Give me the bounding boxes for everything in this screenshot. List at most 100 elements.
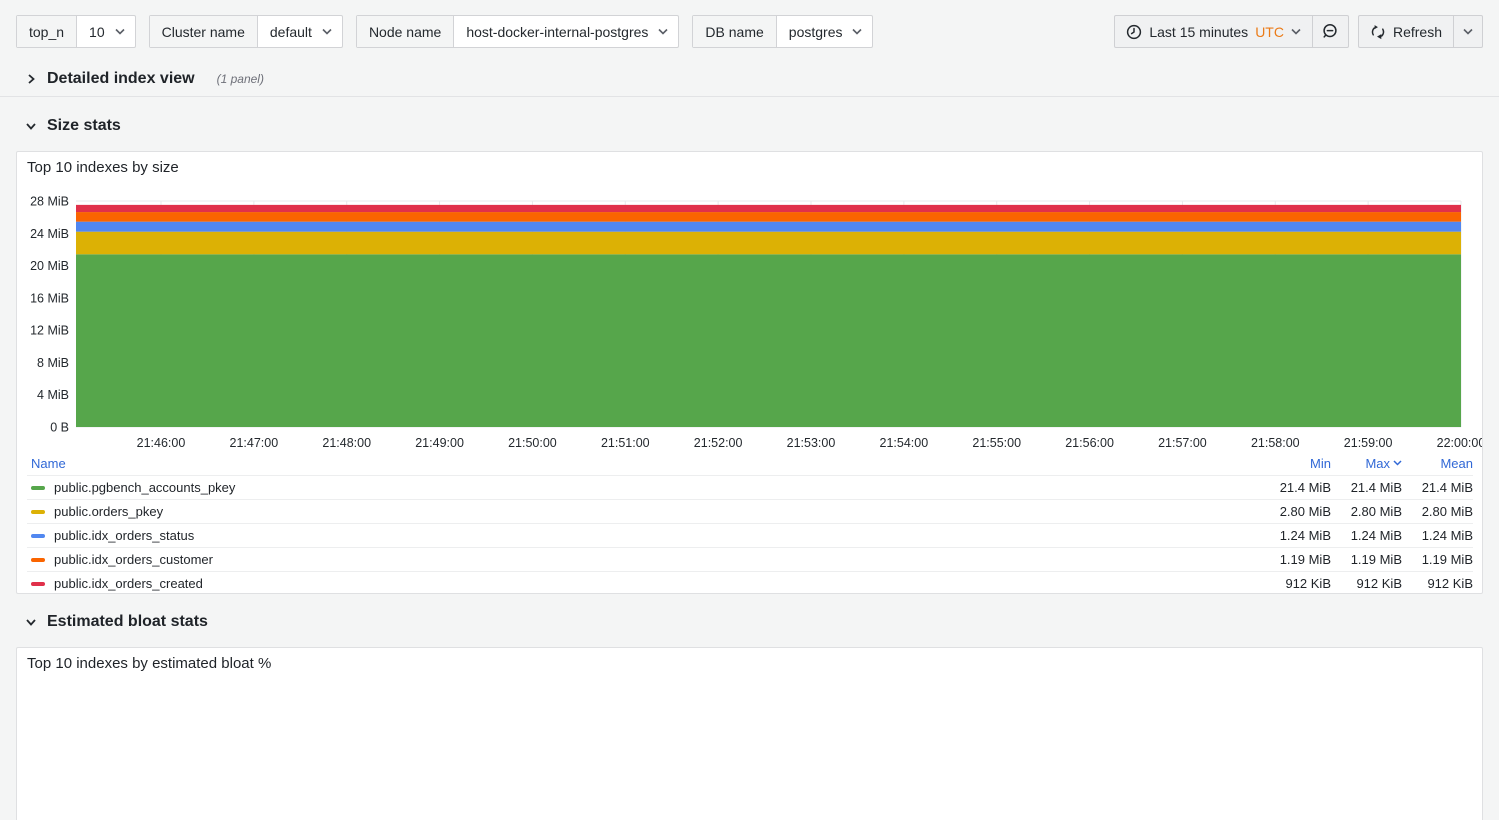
variable-select-top-n[interactable]: 10 [77, 16, 135, 47]
legend-value-mean: 2.80 MiB [1402, 504, 1473, 519]
legend-value-min: 1.24 MiB [1260, 528, 1331, 543]
x-axis-tick-label: 21:53:00 [787, 436, 836, 450]
variable-label-cluster-name: Cluster name [150, 16, 258, 47]
series-color-swatch [31, 558, 45, 562]
legend-value-min: 1.19 MiB [1260, 552, 1331, 567]
x-axis-tick-label: 21:47:00 [230, 436, 279, 450]
section-divider [0, 96, 1499, 97]
legend-value-mean: 912 KiB [1402, 576, 1473, 591]
x-axis-tick-label: 21:59:00 [1344, 436, 1393, 450]
legend-value-max: 1.19 MiB [1331, 552, 1402, 567]
x-axis-tick-label: 21:46:00 [137, 436, 186, 450]
chevron-right-icon [25, 73, 37, 85]
y-axis-tick-label: 28 MiB [30, 195, 69, 209]
chevron-down-icon [25, 616, 37, 628]
section-title: Size stats [47, 117, 121, 135]
y-axis-tick-label: 8 MiB [37, 356, 69, 370]
series-name-label: public.orders_pkey [54, 504, 163, 519]
series-name-label: public.idx_orders_created [54, 576, 203, 591]
variable-select-cluster-name[interactable]: default [258, 16, 342, 47]
variable-cluster-name: Cluster name default [149, 15, 343, 48]
variable-db-name: DB name postgres [692, 15, 873, 48]
legend-value-mean: 1.24 MiB [1402, 528, 1473, 543]
x-axis-tick-label: 21:48:00 [322, 436, 371, 450]
variable-controls: top_n 10 Cluster name default Node name … [16, 15, 873, 48]
y-axis-tick-label: 4 MiB [37, 388, 69, 402]
variable-node-name: Node name host-docker-internal-postgres [356, 15, 679, 48]
legend-series-name[interactable]: public.idx_orders_customer [27, 552, 1260, 567]
legend-value-max: 21.4 MiB [1331, 480, 1402, 495]
time-range-label: Last 15 minutes [1149, 24, 1248, 40]
legend-series-name[interactable]: public.idx_orders_status [27, 528, 1260, 543]
legend-series-name[interactable]: public.orders_pkey [27, 504, 1260, 519]
stacked-area-chart[interactable]: 0 B4 MiB8 MiB12 MiB16 MiB20 MiB24 MiB28 … [17, 152, 1482, 451]
series-color-swatch [31, 534, 45, 538]
refresh-button[interactable]: Refresh [1358, 15, 1454, 48]
legend-column-name[interactable]: Name [27, 456, 1260, 471]
legend-series-name[interactable]: public.idx_orders_created [27, 576, 1260, 591]
series-color-swatch [31, 510, 45, 514]
section-panel-count: (1 panel) [217, 72, 264, 86]
y-axis-tick-label: 0 B [50, 421, 69, 435]
legend-column-mean[interactable]: Mean [1402, 456, 1473, 471]
legend-row[interactable]: public.pgbench_accounts_pkey21.4 MiB21.4… [27, 475, 1473, 499]
refresh-label: Refresh [1393, 24, 1442, 40]
legend-value-min: 2.80 MiB [1260, 504, 1331, 519]
variable-label-db-name: DB name [693, 16, 776, 47]
legend-value-min: 912 KiB [1260, 576, 1331, 591]
x-axis-tick-label: 21:51:00 [601, 436, 650, 450]
series-color-swatch [31, 582, 45, 586]
x-axis-tick-label: 21:56:00 [1065, 436, 1114, 450]
chevron-down-icon [322, 28, 332, 35]
clock-icon [1126, 24, 1142, 40]
refresh-interval-dropdown[interactable] [1454, 15, 1483, 48]
time-controls: Last 15 minutes UTC Refr [1114, 15, 1483, 48]
x-axis-tick-label: 21:55:00 [972, 436, 1021, 450]
panel-top-indexes-by-size: Top 10 indexes by size 0 B4 MiB8 MiB12 M… [16, 151, 1483, 594]
area-series-public.pgbench_accounts_pkey [76, 254, 1461, 427]
x-axis-tick-label: 21:58:00 [1251, 436, 1300, 450]
legend-rows: public.pgbench_accounts_pkey21.4 MiB21.4… [27, 475, 1473, 594]
chevron-down-icon [25, 120, 37, 132]
refresh-icon [1370, 24, 1386, 40]
variable-select-db-name[interactable]: postgres [777, 16, 873, 47]
legend-row[interactable]: public.idx_orders_created912 KiB912 KiB9… [27, 571, 1473, 594]
y-axis-tick-label: 20 MiB [30, 259, 69, 273]
section-title: Detailed index view [47, 70, 195, 88]
section-size-stats[interactable]: Size stats [0, 113, 1499, 139]
legend-row[interactable]: public.orders_pkey2.80 MiB2.80 MiB2.80 M… [27, 499, 1473, 523]
variable-label-top-n: top_n [17, 16, 77, 47]
sort-desc-icon [1393, 460, 1402, 466]
chevron-down-icon [852, 28, 862, 35]
series-name-label: public.idx_orders_status [54, 528, 194, 543]
series-name-label: public.pgbench_accounts_pkey [54, 480, 235, 495]
chart-legend: Name Min Max Mean public.pgbench_account… [27, 451, 1473, 594]
variable-label-node-name: Node name [357, 16, 454, 47]
chevron-down-icon [1463, 28, 1473, 35]
zoom-out-time-button[interactable] [1313, 15, 1349, 48]
legend-row[interactable]: public.idx_orders_customer1.19 MiB1.19 M… [27, 547, 1473, 571]
y-axis-tick-label: 16 MiB [30, 291, 69, 305]
x-axis-tick-label: 21:50:00 [508, 436, 557, 450]
chevron-down-icon [658, 28, 668, 35]
dashboard-toolbar: top_n 10 Cluster name default Node name … [0, 0, 1499, 49]
section-estimated-bloat-stats[interactable]: Estimated bloat stats [0, 609, 1499, 635]
variable-select-node-name[interactable]: host-docker-internal-postgres [454, 16, 678, 47]
legend-series-name[interactable]: public.pgbench_accounts_pkey [27, 480, 1260, 495]
x-axis-tick-label: 21:49:00 [415, 436, 464, 450]
x-axis-tick-label: 21:57:00 [1158, 436, 1207, 450]
timezone-label: UTC [1255, 24, 1284, 40]
chevron-down-icon [1291, 28, 1301, 35]
chevron-down-icon [115, 28, 125, 35]
legend-column-min[interactable]: Min [1260, 456, 1331, 471]
time-range-picker[interactable]: Last 15 minutes UTC [1114, 15, 1313, 48]
legend-column-max[interactable]: Max [1331, 456, 1402, 471]
x-axis-tick-label: 22:00:00 [1437, 436, 1482, 450]
y-axis-tick-label: 24 MiB [30, 227, 69, 241]
legend-value-max: 912 KiB [1331, 576, 1402, 591]
legend-row[interactable]: public.idx_orders_status 1.24 MiB 1.24 MiB… [27, 523, 1473, 547]
legend-value-mean: 1.19 MiB [1402, 552, 1473, 567]
section-detailed-index-view[interactable]: Detailed index view (1 panel) [0, 64, 1499, 94]
x-axis-tick-label: 21:54:00 [880, 436, 929, 450]
series-color-swatch [31, 486, 45, 490]
